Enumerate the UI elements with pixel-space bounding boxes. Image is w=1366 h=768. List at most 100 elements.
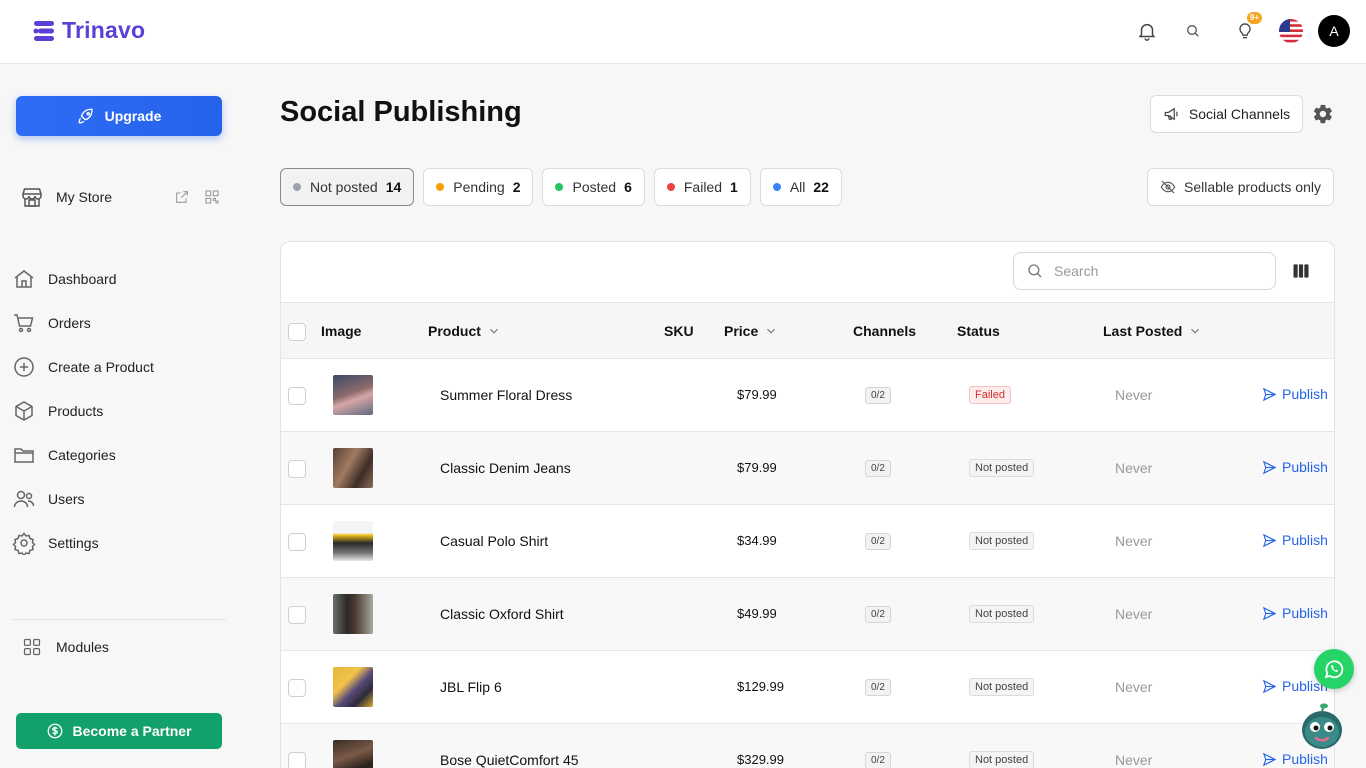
- chevron-down-icon: [1191, 328, 1200, 334]
- sidebar-item-settings[interactable]: Settings: [12, 521, 228, 565]
- row-checkbox[interactable]: [288, 679, 306, 697]
- filter-count: 1: [730, 179, 738, 195]
- sidebar: Upgrade My Store Dashboard Orders Create…: [0, 65, 240, 768]
- product-thumbnail: [333, 667, 373, 707]
- notification-badge: 9+: [1246, 12, 1262, 24]
- sidebar-item-label: Settings: [48, 535, 99, 551]
- product-name[interactable]: Summer Floral Dress: [440, 387, 572, 403]
- sellable-label: Sellable products only: [1184, 179, 1321, 195]
- sidebar-item-users[interactable]: Users: [12, 477, 228, 521]
- sidebar-item-label: Orders: [48, 315, 91, 331]
- publish-button[interactable]: Publish: [1262, 751, 1328, 767]
- external-link-icon[interactable]: [174, 189, 190, 205]
- lightbulb-icon[interactable]: 9+: [1228, 12, 1262, 48]
- publish-button[interactable]: Publish: [1262, 605, 1328, 621]
- chatbot-icon[interactable]: [1300, 702, 1344, 752]
- social-channels-button[interactable]: Social Channels: [1150, 95, 1303, 133]
- select-all-checkbox[interactable]: [288, 323, 306, 341]
- send-icon: [1262, 752, 1277, 766]
- product-thumbnail: [333, 448, 373, 488]
- qr-code-icon[interactable]: [204, 189, 220, 205]
- sidebar-item-create-product[interactable]: Create a Product: [12, 345, 228, 389]
- product-price: $49.99: [737, 606, 777, 621]
- column-header-price[interactable]: Price: [724, 323, 778, 339]
- rocket-icon: [78, 108, 93, 124]
- last-posted: Never: [1115, 606, 1153, 622]
- last-posted: Never: [1115, 752, 1153, 768]
- whatsapp-icon[interactable]: [1314, 649, 1354, 689]
- send-icon: [1262, 606, 1277, 620]
- columns-toggle-icon[interactable]: [1291, 261, 1311, 286]
- filter-label: Pending: [453, 179, 505, 195]
- product-name[interactable]: Classic Denim Jeans: [440, 460, 571, 476]
- table-row[interactable]: Bose QuietComfort 45 $329.99 0/2 Not pos…: [281, 724, 1334, 768]
- status-dot: [555, 183, 564, 191]
- column-header-last-posted[interactable]: Last Posted: [1103, 323, 1202, 339]
- publish-button[interactable]: Publish: [1262, 459, 1328, 475]
- dollar-circle-icon: [48, 723, 63, 739]
- plus-circle-icon: [14, 357, 34, 377]
- top-bar: Trinavo 9+ A: [0, 0, 1366, 64]
- store-icon: [22, 188, 42, 207]
- column-header-image: Image: [321, 323, 362, 339]
- product-name[interactable]: Casual Polo Shirt: [440, 533, 548, 549]
- channels-badge: 0/2: [865, 387, 891, 404]
- row-checkbox[interactable]: [288, 533, 306, 551]
- filter-label: Not posted: [310, 179, 378, 195]
- filter-not-posted[interactable]: Not posted 14: [280, 168, 415, 206]
- sidebar-item-categories[interactable]: Categories: [12, 433, 228, 477]
- sidebar-nav: Dashboard Orders Create a Product Produc…: [12, 257, 228, 565]
- become-partner-button[interactable]: Become a Partner: [16, 713, 222, 749]
- store-row[interactable]: My Store: [20, 183, 220, 211]
- channels-badge: 0/2: [865, 606, 891, 623]
- upgrade-button[interactable]: Upgrade: [16, 96, 222, 136]
- avatar[interactable]: A: [1318, 15, 1350, 47]
- sidebar-item-products[interactable]: Products: [12, 389, 228, 433]
- us-flag-icon[interactable]: [1274, 14, 1308, 48]
- last-posted: Never: [1115, 460, 1153, 476]
- bell-icon[interactable]: [1130, 14, 1164, 48]
- table-row[interactable]: JBL Flip 6 $129.99 0/2 Not posted Never …: [281, 651, 1334, 724]
- settings-gear-icon[interactable]: [1312, 103, 1334, 130]
- table-row[interactable]: Casual Polo Shirt $34.99 0/2 Not posted …: [281, 505, 1334, 578]
- filter-failed[interactable]: Failed 1: [653, 168, 751, 206]
- logo[interactable]: Trinavo: [32, 17, 145, 44]
- sidebar-item-dashboard[interactable]: Dashboard: [12, 257, 228, 301]
- page-title: Social Publishing: [280, 96, 522, 128]
- product-price: $79.99: [737, 387, 777, 402]
- status-badge: Not posted: [969, 532, 1035, 550]
- row-checkbox[interactable]: [288, 387, 306, 405]
- table-row[interactable]: Classic Oxford Shirt $49.99 0/2 Not post…: [281, 578, 1334, 651]
- table-row[interactable]: Classic Denim Jeans $79.99 0/2 Not poste…: [281, 432, 1334, 505]
- product-name[interactable]: Classic Oxford Shirt: [440, 606, 564, 622]
- filter-all[interactable]: All 22: [759, 168, 842, 206]
- search-icon[interactable]: [1176, 14, 1210, 48]
- sidebar-item-modules[interactable]: Modules: [22, 637, 109, 657]
- channels-badge: 0/2: [865, 679, 891, 696]
- product-name[interactable]: Bose QuietComfort 45: [440, 752, 579, 768]
- status-badge: Not posted: [969, 605, 1035, 623]
- product-name[interactable]: JBL Flip 6: [440, 679, 502, 695]
- status-badge: Not posted: [969, 751, 1035, 768]
- row-checkbox[interactable]: [288, 460, 306, 478]
- last-posted: Never: [1115, 533, 1153, 549]
- column-header-product[interactable]: Product: [428, 323, 501, 339]
- chevron-down-icon: [767, 328, 776, 334]
- publish-button[interactable]: Publish: [1262, 386, 1328, 402]
- sellable-products-toggle[interactable]: Sellable products only: [1147, 168, 1334, 206]
- publish-button[interactable]: Publish: [1262, 532, 1328, 548]
- row-checkbox[interactable]: [288, 606, 306, 624]
- channels-badge: 0/2: [865, 460, 891, 477]
- filter-pending[interactable]: Pending 2: [423, 168, 534, 206]
- send-icon: [1262, 460, 1277, 474]
- table-row[interactable]: Summer Floral Dress $79.99 0/2 Failed Ne…: [281, 359, 1334, 432]
- search-field[interactable]: [1013, 252, 1276, 290]
- row-checkbox[interactable]: [288, 752, 306, 768]
- sidebar-item-label: Create a Product: [48, 359, 154, 375]
- filter-posted[interactable]: Posted 6: [542, 168, 645, 206]
- sidebar-item-orders[interactable]: Orders: [12, 301, 228, 345]
- product-price: $79.99: [737, 460, 777, 475]
- status-badge: Not posted: [969, 459, 1035, 477]
- column-header-sku: SKU: [664, 323, 694, 339]
- search-input[interactable]: [1054, 263, 1254, 279]
